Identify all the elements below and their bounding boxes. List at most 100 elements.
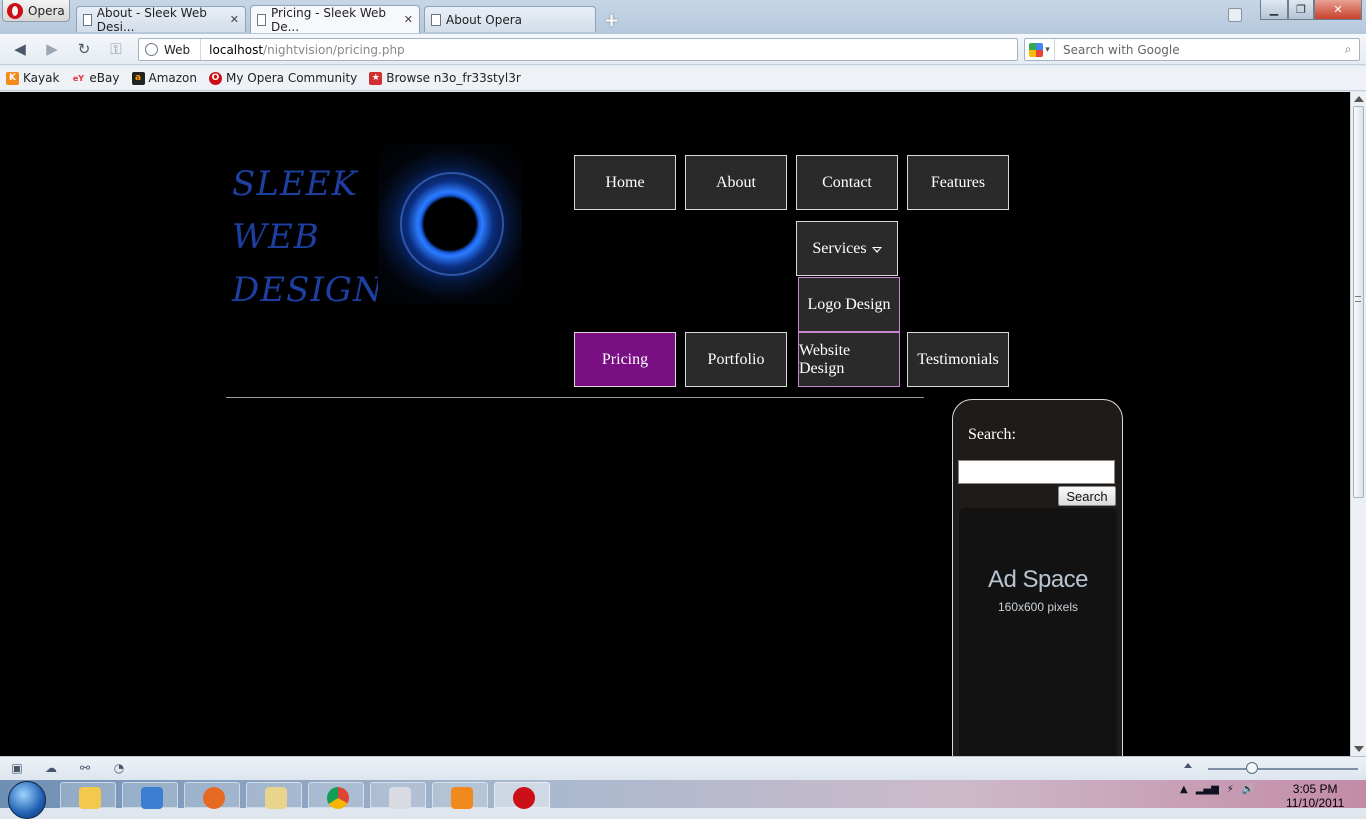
bookmark-ebay[interactable]: eY eBay bbox=[71, 71, 120, 85]
tab-title: Pricing - Sleek Web De... bbox=[270, 5, 387, 34]
taskbar-item[interactable] bbox=[122, 782, 178, 809]
page-icon bbox=[257, 13, 266, 26]
close-window-button[interactable]: ✕ bbox=[1314, 0, 1362, 20]
spreadsheet-icon bbox=[141, 787, 163, 809]
notepad-icon bbox=[389, 787, 411, 809]
panel-toggle-icon[interactable]: ▣ bbox=[10, 762, 24, 775]
close-tab-icon[interactable]: ✕ bbox=[230, 13, 239, 26]
new-tab-icon[interactable]: + bbox=[604, 10, 619, 31]
explorer-icon bbox=[265, 787, 287, 809]
url-text[interactable]: localhost/nightvision/pricing.php bbox=[201, 43, 405, 57]
opera-icon bbox=[513, 787, 535, 809]
site-info-badge[interactable]: Web bbox=[139, 39, 202, 60]
nav-pricing[interactable]: Pricing bbox=[574, 332, 676, 387]
back-arrow-icon[interactable]: ◀ bbox=[10, 40, 30, 58]
ad-title: Ad Space bbox=[987, 566, 1089, 593]
search-label: Search: bbox=[968, 426, 1016, 443]
opera-menu-button[interactable]: Opera bbox=[2, 0, 70, 22]
bookmark-kayak[interactable]: K Kayak bbox=[6, 71, 59, 85]
logo-line: DESIGN bbox=[232, 270, 384, 310]
star-icon: ★ bbox=[369, 71, 383, 85]
page-icon bbox=[431, 13, 441, 26]
dropdown-caret-icon bbox=[871, 246, 882, 253]
forward-arrow-icon[interactable]: ▶ bbox=[42, 40, 62, 58]
speed-dial-icon[interactable]: ◔ bbox=[112, 762, 126, 775]
nav-services[interactable]: Services bbox=[796, 221, 898, 276]
dropdown-logo-design[interactable]: Logo Design bbox=[798, 277, 900, 332]
share-icon[interactable]: ⚯ bbox=[78, 762, 92, 775]
scroll-up-arrow-icon[interactable] bbox=[1354, 96, 1364, 102]
tab-pricing-sleek[interactable]: Pricing - Sleek Web De... ✕ bbox=[250, 5, 420, 34]
address-field[interactable]: Web localhost/nightvision/pricing.php bbox=[138, 38, 1018, 61]
scroll-down-arrow-icon[interactable] bbox=[1354, 746, 1364, 752]
nav-home[interactable]: Home bbox=[574, 155, 676, 210]
system-tray: ▲ ▂▄▆ ⚡ 🔊 bbox=[1180, 784, 1254, 795]
opera-logo-icon bbox=[7, 2, 23, 19]
bookmark-browse[interactable]: ★ Browse n3o_fr33styl3r bbox=[369, 71, 521, 85]
power-icon[interactable]: ⚡ bbox=[1227, 784, 1234, 795]
ebay-icon: eY bbox=[72, 73, 85, 83]
chrome-icon bbox=[327, 787, 349, 809]
nav-portfolio[interactable]: Portfolio bbox=[685, 332, 787, 387]
logo-line: WEB bbox=[232, 217, 320, 257]
start-button[interactable] bbox=[8, 781, 46, 819]
zoom-slider[interactable] bbox=[1208, 762, 1358, 774]
bookmark-my-opera[interactable]: O My Opera Community bbox=[209, 71, 357, 85]
tab-title: About Opera bbox=[446, 12, 523, 27]
nav-features[interactable]: Features bbox=[907, 155, 1009, 210]
taskbar-item-opera[interactable] bbox=[494, 782, 550, 809]
folder-icon bbox=[79, 787, 101, 809]
windows-taskbar: ▲ ▂▄▆ ⚡ 🔊 3:05 PM 11/10/2011 bbox=[0, 780, 1366, 819]
taskbar-item[interactable] bbox=[60, 782, 116, 809]
dropdown-website-design[interactable]: Website Design bbox=[798, 332, 900, 387]
ad-size: 160x600 pixels bbox=[997, 600, 1079, 614]
logo-line: SLEEK bbox=[232, 164, 358, 204]
unite-cloud-icon[interactable]: ☁ bbox=[44, 762, 58, 775]
bookmarks-bar: K Kayak eY eBay a Amazon O My Opera Communit… bbox=[0, 66, 1366, 91]
tray-expand-icon[interactable]: ▲ bbox=[1180, 784, 1188, 795]
tab-about-opera[interactable]: About Opera bbox=[424, 6, 596, 32]
amazon-icon: a bbox=[131, 71, 145, 85]
taskbar-item[interactable] bbox=[246, 782, 302, 809]
opera-menu-label: Opera bbox=[28, 3, 65, 18]
taskbar-item[interactable] bbox=[432, 782, 488, 809]
search-icon[interactable]: ⌕ bbox=[1337, 42, 1359, 57]
search-button[interactable]: Search bbox=[1058, 486, 1116, 506]
media-player-icon bbox=[451, 787, 473, 809]
taskbar-item[interactable] bbox=[370, 782, 426, 809]
globe-icon bbox=[145, 43, 158, 56]
signal-icon[interactable]: ▂▄▆ bbox=[1196, 784, 1219, 795]
nav-contact[interactable]: Contact bbox=[796, 155, 898, 210]
status-bar: ▣ ☁ ⚯ ◔ bbox=[0, 756, 1366, 780]
reload-icon[interactable]: ↻ bbox=[74, 40, 94, 58]
bookmark-label: Amazon bbox=[148, 71, 198, 85]
page-viewport: SLEEK WEB DESIGN Home About Contact Feat… bbox=[0, 92, 1350, 756]
maximize-button[interactable]: ❐ bbox=[1288, 0, 1314, 20]
ad-space-banner[interactable]: Ad Space 160x600 pixels bbox=[959, 508, 1117, 756]
scrollbar-thumb[interactable] bbox=[1353, 106, 1364, 498]
bookmark-label: My Opera Community bbox=[226, 71, 358, 85]
nav-about[interactable]: About bbox=[685, 155, 787, 210]
tab-about-sleek[interactable]: About - Sleek Web Desi... ✕ bbox=[76, 6, 246, 34]
google-icon[interactable]: ▾ bbox=[1025, 39, 1055, 60]
search-engine-field[interactable]: ▾ Search with Google ⌕ bbox=[1024, 38, 1360, 61]
taskbar-item[interactable] bbox=[184, 782, 240, 809]
volume-icon[interactable]: 🔊 bbox=[1242, 784, 1254, 795]
firefox-icon bbox=[203, 787, 225, 809]
trash-icon[interactable] bbox=[1228, 8, 1242, 22]
key-icon[interactable]: ⚿ bbox=[106, 40, 126, 58]
bookmark-label: Kayak bbox=[23, 71, 60, 85]
minimize-button[interactable]: ▁ bbox=[1260, 0, 1288, 20]
vertical-scrollbar[interactable] bbox=[1350, 92, 1366, 756]
site-logo-text[interactable]: SLEEK WEB DESIGN bbox=[232, 158, 384, 317]
view-up-icon[interactable] bbox=[1184, 763, 1192, 768]
navigation-bar: ◀ ▶ ↻ ⚿ Web localhost/nightvision/pricin… bbox=[0, 34, 1366, 65]
bookmark-amazon[interactable]: a Amazon bbox=[131, 71, 198, 85]
nav-testimonials[interactable]: Testimonials bbox=[907, 332, 1009, 387]
header-divider bbox=[226, 397, 924, 398]
close-tab-icon[interactable]: ✕ bbox=[404, 13, 413, 26]
zoom-slider-knob[interactable] bbox=[1246, 762, 1258, 774]
taskbar-clock[interactable]: 3:05 PM 11/10/2011 bbox=[1286, 782, 1344, 810]
search-input[interactable] bbox=[958, 460, 1115, 484]
taskbar-item[interactable] bbox=[308, 782, 364, 809]
